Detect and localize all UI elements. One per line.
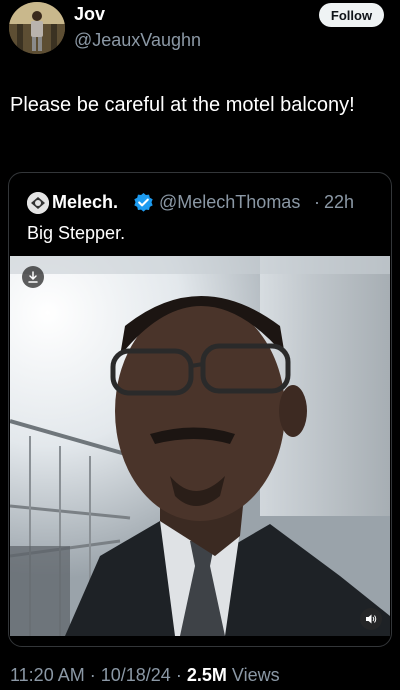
quoted-display-name[interactable]: Melech.: [52, 192, 118, 213]
download-button[interactable]: [22, 266, 44, 288]
tweet-text: Please be careful at the motel balcony!: [10, 94, 355, 116]
quoted-timestamp[interactable]: 22h: [324, 192, 354, 213]
tweet-meta: 11:20 AM · 10/18/24 · 2.5M Views: [10, 665, 280, 686]
volume-icon: [366, 614, 377, 624]
video-frame: [10, 256, 390, 636]
views-label: Views: [231, 665, 280, 685]
video-player[interactable]: [10, 256, 390, 636]
tweet-date[interactable]: 10/18/24: [101, 665, 171, 685]
tweet-header: Jov @JeauxVaughn Follow: [0, 0, 400, 70]
author-avatar[interactable]: [9, 2, 65, 54]
author-handle[interactable]: @JeauxVaughn: [74, 30, 201, 51]
verified-badge-icon: [134, 192, 153, 212]
follow-button[interactable]: Follow: [319, 3, 384, 27]
meta-separator: ·: [175, 665, 182, 685]
quoted-separator: ·: [314, 192, 320, 212]
quoted-tweet-text: Big Stepper.: [27, 223, 126, 243]
quoted-author-avatar[interactable]: [27, 192, 49, 214]
download-icon: [28, 271, 38, 283]
tweet-time[interactable]: 11:20 AM: [10, 665, 85, 685]
views-count[interactable]: 2.5M: [187, 665, 227, 685]
quoted-handle[interactable]: @MelechThomas: [159, 192, 300, 213]
volume-button[interactable]: [360, 608, 382, 630]
meta-separator: ·: [89, 665, 96, 685]
author-display-name[interactable]: Jov: [74, 4, 105, 25]
quoted-tweet-card[interactable]: Melech. @MelechThomas · 22h Big Stepper.: [8, 172, 392, 647]
